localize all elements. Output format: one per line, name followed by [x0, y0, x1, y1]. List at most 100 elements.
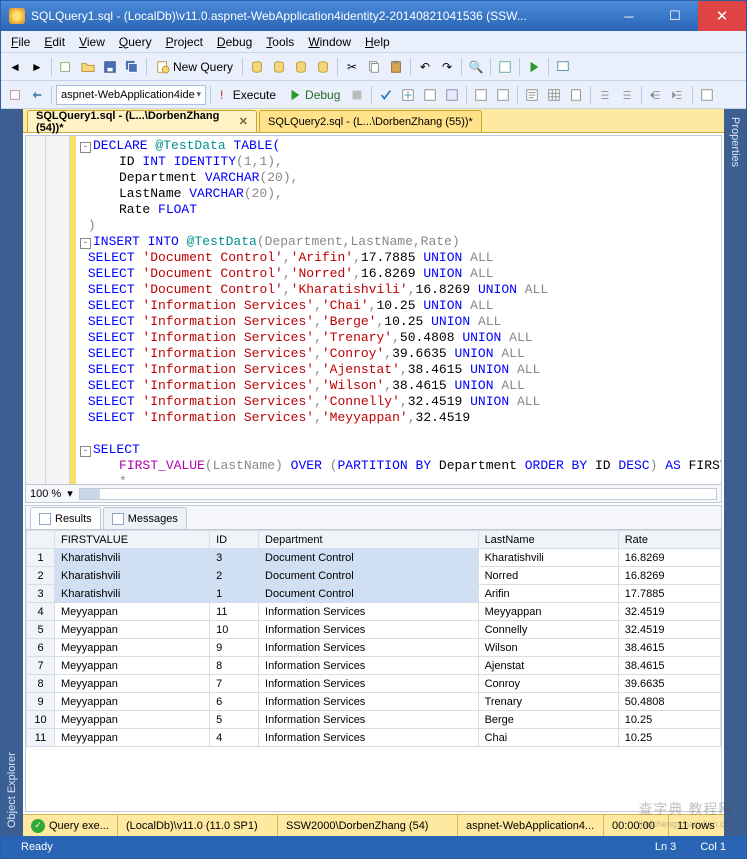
results-file-icon[interactable] [566, 85, 586, 105]
menu-edit[interactable]: Edit [38, 33, 71, 51]
marker-margin [46, 136, 70, 484]
forward-icon[interactable]: ► [27, 57, 47, 77]
separator [371, 86, 372, 104]
minimize-button[interactable]: ─ [606, 1, 652, 31]
redo-icon[interactable]: ↷ [437, 57, 457, 77]
change-connection-icon[interactable] [27, 85, 47, 105]
separator [51, 86, 52, 104]
menu-tools[interactable]: Tools [260, 33, 300, 51]
intellisense-icon[interactable] [442, 85, 462, 105]
results-tab[interactable]: Results [30, 507, 101, 529]
table-row[interactable]: 7Meyyappan8Information ServicesAjenstat3… [27, 657, 721, 675]
query-status: ✓Query exe... [23, 815, 118, 836]
db-query4-icon[interactable] [313, 57, 333, 77]
status-line: Ln 3 [643, 841, 688, 853]
parse-icon[interactable] [376, 85, 396, 105]
paste-icon[interactable] [386, 57, 406, 77]
new-query-button[interactable]: New Query [151, 57, 238, 77]
messages-tab-label: Messages [128, 513, 178, 525]
menu-project[interactable]: Project [160, 33, 209, 51]
zoom-bar: 100 % ▾ [26, 484, 721, 502]
code-area[interactable]: -DECLARE @TestData TABLE( ID INT IDENTIT… [76, 136, 721, 484]
menu-help[interactable]: Help [359, 33, 396, 51]
specify-values-icon[interactable] [697, 85, 717, 105]
table-row[interactable]: 1Kharatishvili3Document ControlKharatish… [27, 549, 721, 567]
solution-config-icon[interactable] [495, 57, 515, 77]
maximize-button[interactable]: ☐ [652, 1, 698, 31]
table-row[interactable]: 8Meyyappan7Information ServicesConroy39.… [27, 675, 721, 693]
actual-plan-icon[interactable] [471, 85, 491, 105]
object-explorer-tab[interactable]: Object Explorer [1, 109, 23, 836]
save-all-icon[interactable] [122, 57, 142, 77]
table-row[interactable]: 2Kharatishvili2Document ControlNorred16.… [27, 567, 721, 585]
execute-button[interactable]: ! Execute [215, 85, 281, 105]
table-row[interactable]: 3Kharatishvili1Document ControlArifin17.… [27, 585, 721, 603]
close-tab-icon[interactable]: ✕ [239, 115, 248, 128]
document-tabs: SQLQuery1.sql - (L...\DorbenZhang (54))*… [23, 109, 724, 133]
zoom-level[interactable]: 100 % [30, 488, 61, 500]
db-query2-icon[interactable] [269, 57, 289, 77]
col-header[interactable]: LastName [478, 531, 618, 549]
start-icon[interactable] [524, 57, 544, 77]
hscrollbar[interactable] [79, 488, 717, 500]
uncomment-icon[interactable] [617, 85, 637, 105]
separator [210, 86, 211, 104]
table-row[interactable]: 9Meyyappan6Information ServicesTrenary50… [27, 693, 721, 711]
db-query-icon[interactable] [247, 57, 267, 77]
code-editor[interactable]: -DECLARE @TestData TABLE( ID INT IDENTIT… [26, 136, 721, 484]
separator [490, 58, 491, 76]
col-header[interactable]: Department [259, 531, 479, 549]
estimated-plan-icon[interactable] [398, 85, 418, 105]
db-query3-icon[interactable] [291, 57, 311, 77]
outdent-icon[interactable] [668, 85, 688, 105]
separator [519, 58, 520, 76]
cut-icon[interactable]: ✂ [342, 57, 362, 77]
debug-button[interactable]: Debug [283, 85, 345, 105]
table-row[interactable]: 11Meyyappan4Information ServicesChai10.2… [27, 729, 721, 747]
doc-tab-2-label: SQLQuery2.sql - (L...\DorbenZhang (55))* [268, 116, 473, 128]
menu-view[interactable]: View [73, 33, 111, 51]
table-row[interactable]: 4Meyyappan11Information ServicesMeyyappa… [27, 603, 721, 621]
separator [242, 58, 243, 76]
find-icon[interactable]: 🔍 [466, 57, 486, 77]
indent-icon[interactable] [646, 85, 666, 105]
menu-debug[interactable]: Debug [211, 33, 258, 51]
results-grid-icon[interactable] [544, 85, 564, 105]
results-text-icon[interactable] [522, 85, 542, 105]
doc-tab-1[interactable]: SQLQuery1.sql - (L...\DorbenZhang (54))*… [27, 110, 257, 132]
debug-label: Debug [305, 88, 340, 102]
query-options-icon[interactable] [420, 85, 440, 105]
hscroll-thumb[interactable] [80, 489, 100, 499]
col-header[interactable]: FIRSTVALUE [55, 531, 210, 549]
undo-icon[interactable]: ↶ [415, 57, 435, 77]
doc-tab-2[interactable]: SQLQuery2.sql - (L...\DorbenZhang (55))* [259, 110, 482, 132]
comment-out-icon[interactable] [595, 85, 615, 105]
properties-tab[interactable]: Properties [724, 109, 746, 836]
connect-icon[interactable] [5, 85, 25, 105]
messages-icon [112, 513, 124, 525]
col-header[interactable]: Rate [618, 531, 720, 549]
comment-icon[interactable] [553, 57, 573, 77]
client-stats-icon[interactable] [493, 85, 513, 105]
table-row[interactable]: 5Meyyappan10Information ServicesConnelly… [27, 621, 721, 639]
new-project-icon[interactable] [56, 57, 76, 77]
menu-query[interactable]: Query [113, 33, 158, 51]
table-row[interactable]: 6Meyyappan9Information ServicesWilson38.… [27, 639, 721, 657]
col-header[interactable]: ID [210, 531, 259, 549]
zoom-dropdown-icon[interactable]: ▾ [67, 487, 73, 500]
menu-window[interactable]: Window [302, 33, 357, 51]
database-selector[interactable]: aspnet-WebApplication4ide [56, 85, 206, 105]
stop-icon[interactable] [347, 85, 367, 105]
table-row[interactable]: 10Meyyappan5Information ServicesBerge10.… [27, 711, 721, 729]
open-icon[interactable] [78, 57, 98, 77]
close-button[interactable]: ✕ [698, 1, 746, 31]
workspace: Object Explorer SQLQuery1.sql - (L...\Do… [1, 109, 746, 836]
separator [466, 86, 467, 104]
col-header[interactable] [27, 531, 55, 549]
menu-file[interactable]: File [5, 33, 36, 51]
results-grid[interactable]: FIRSTVALUEIDDepartmentLastNameRate1Khara… [26, 530, 721, 811]
messages-tab[interactable]: Messages [103, 507, 187, 529]
save-icon[interactable] [100, 57, 120, 77]
copy-icon[interactable] [364, 57, 384, 77]
back-icon[interactable]: ◄ [5, 57, 25, 77]
